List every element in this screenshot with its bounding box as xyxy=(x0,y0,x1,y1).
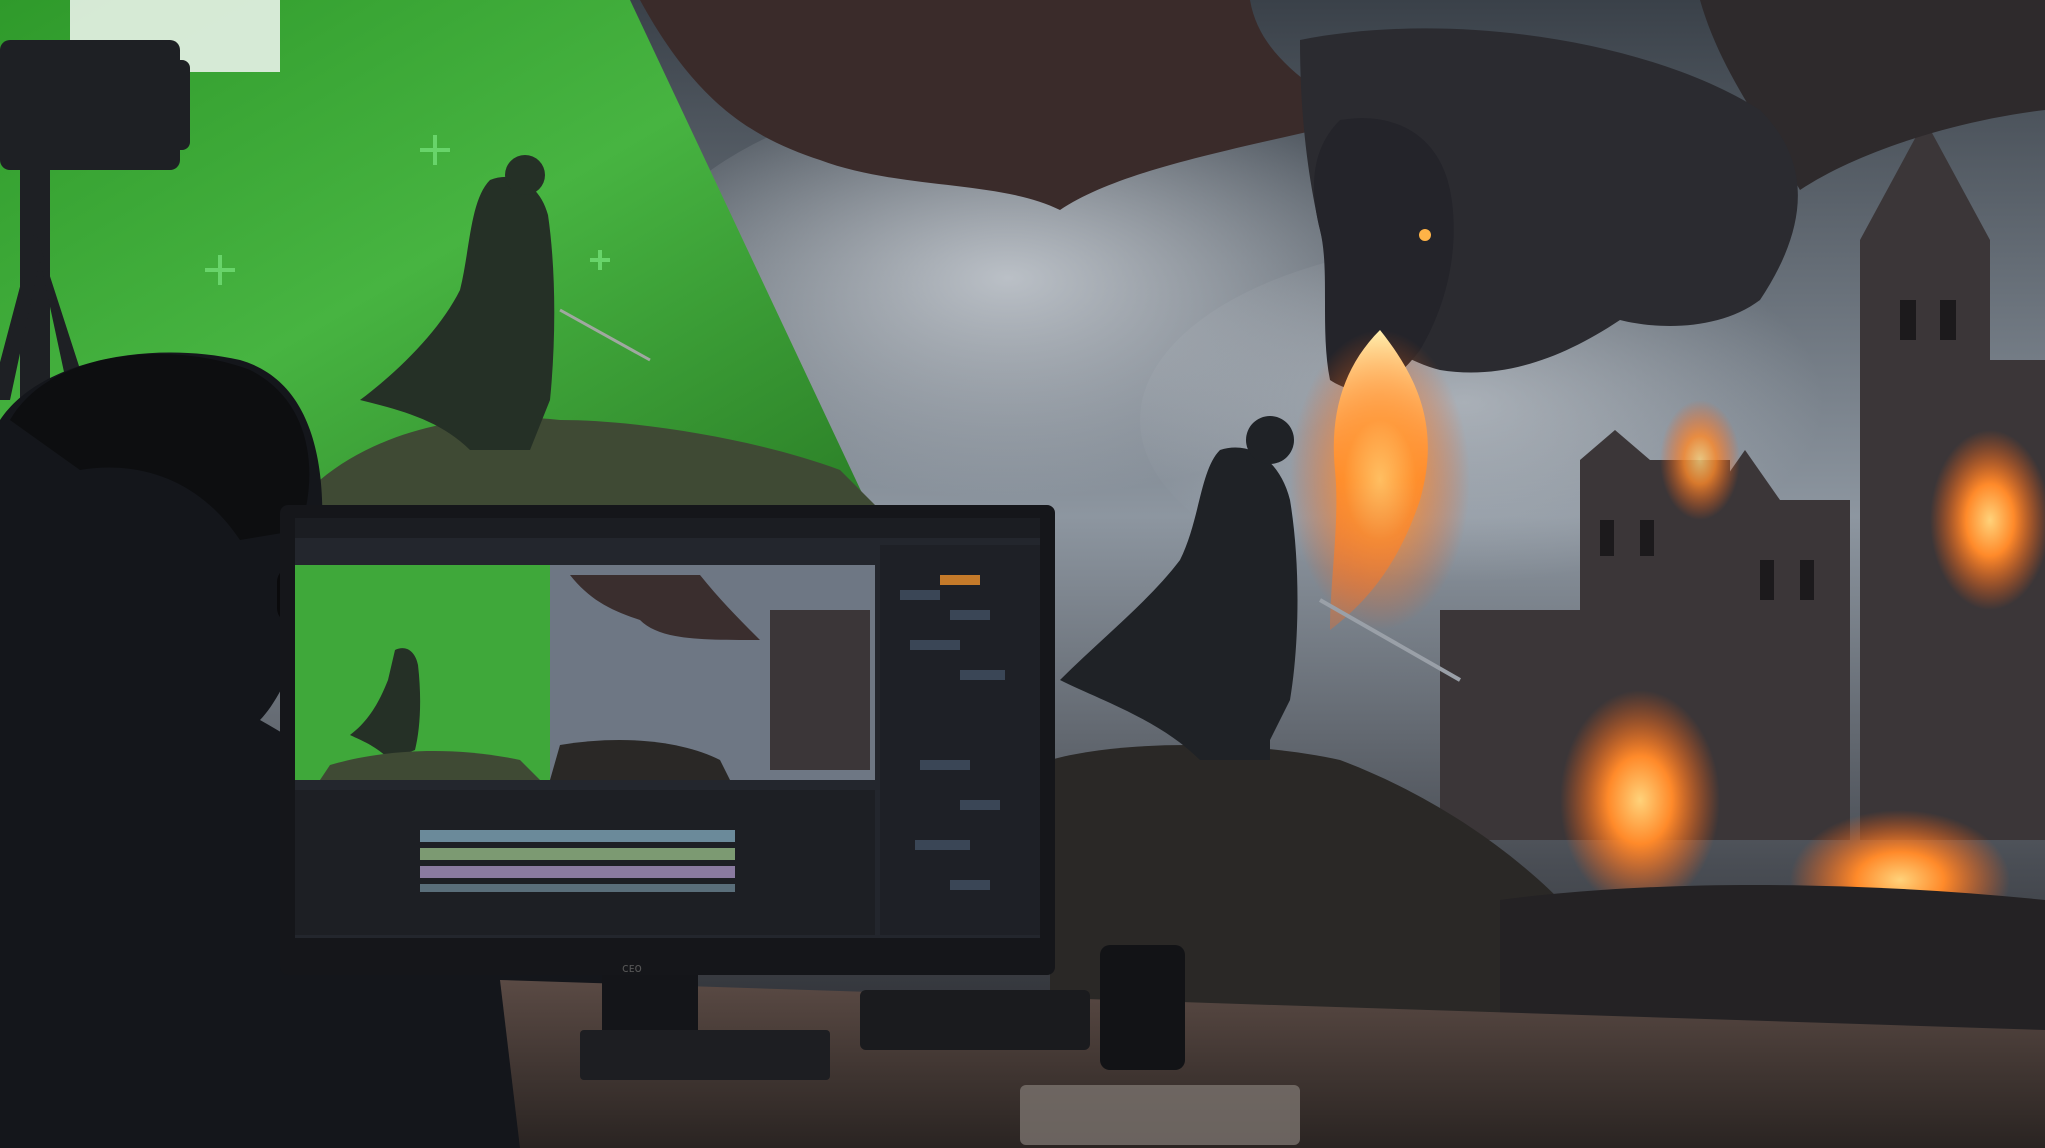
screen-toolbar xyxy=(295,518,1040,538)
desk-keyboard xyxy=(580,1030,830,1080)
vfx-composite-scene: ᴄᴇᴏ xyxy=(0,0,2045,1148)
desk-tablet xyxy=(1020,1085,1300,1145)
timeline-track-1 xyxy=(420,830,735,842)
desk-device xyxy=(860,990,1090,1050)
fire-breath-glow xyxy=(1290,330,1470,630)
fire-2 xyxy=(1930,430,2045,610)
screen-node-panel xyxy=(880,545,1040,935)
timeline-track-3 xyxy=(420,866,735,878)
dragon-eye xyxy=(1419,229,1431,241)
fire-1 xyxy=(1560,690,1720,910)
fire-4 xyxy=(1660,400,1740,520)
desk-cup xyxy=(1100,945,1185,1070)
screen-timeline xyxy=(295,790,875,935)
timeline-track-2 xyxy=(420,848,735,860)
monitor-brand: ᴄᴇᴏ xyxy=(622,961,642,975)
screen-castle xyxy=(770,610,870,770)
screen-viewport-greenscreen xyxy=(295,565,550,780)
timeline-track-4 xyxy=(420,884,735,892)
screen-node-highlight xyxy=(940,575,980,585)
